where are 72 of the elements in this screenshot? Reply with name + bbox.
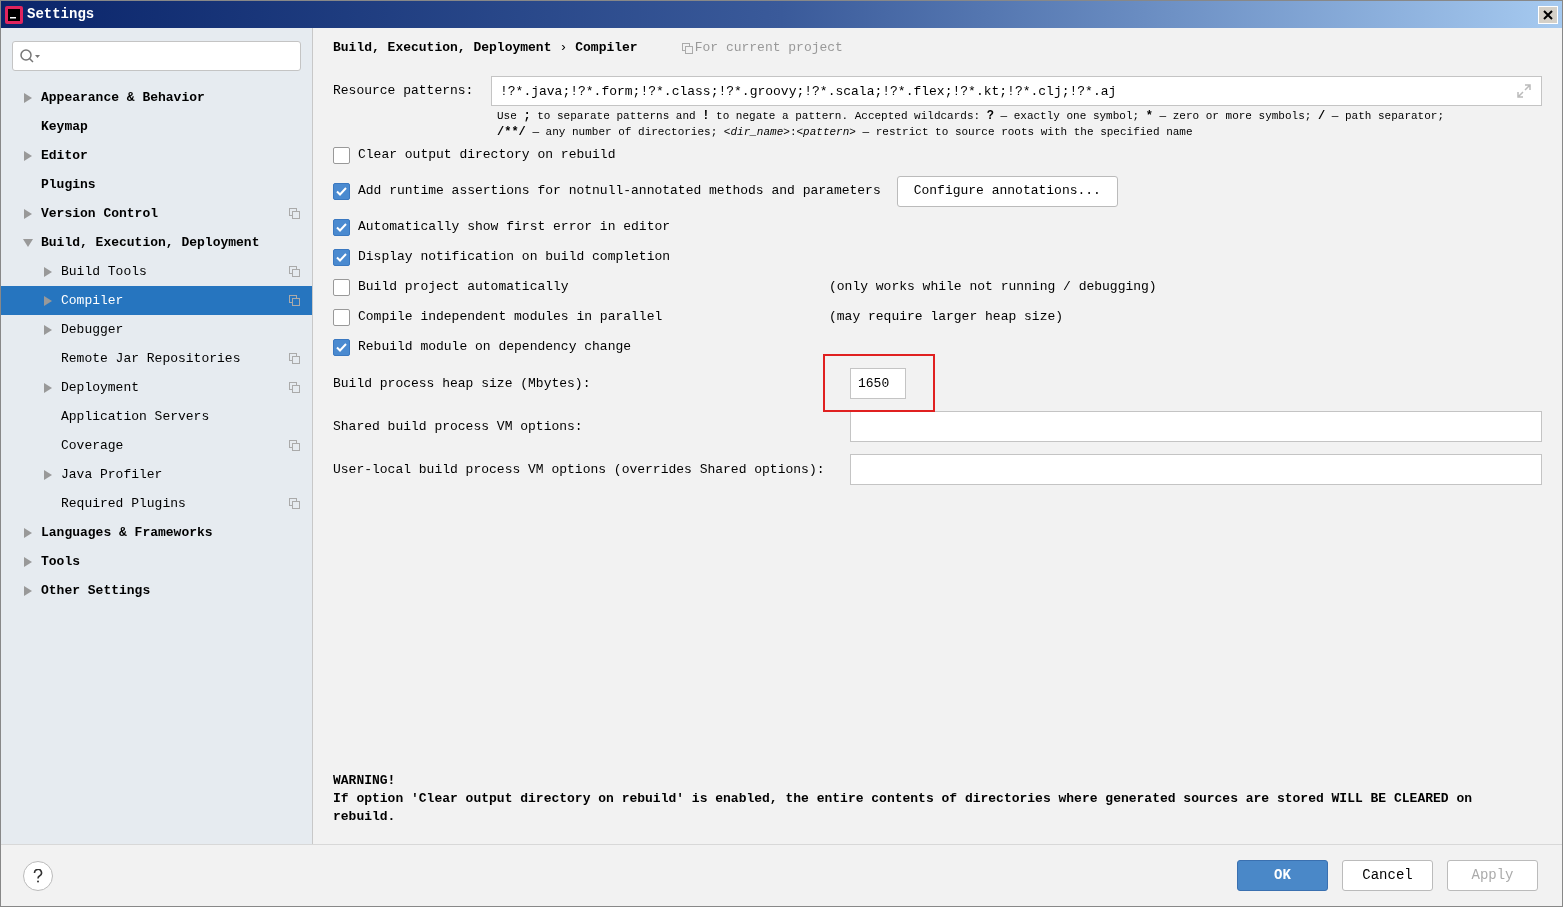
text-field[interactable]	[850, 411, 1542, 442]
tree-item[interactable]: Java Profiler	[1, 460, 312, 489]
tree-item[interactable]: Debugger	[1, 315, 312, 344]
field-label: User-local build process VM options (overrides Shared options):	[333, 460, 826, 479]
help-button[interactable]	[23, 860, 53, 891]
checkbox[interactable]: Add runtime assertions for notnull-annotated methods and parameters	[333, 181, 881, 201]
caret-right-icon[interactable]	[43, 324, 53, 335]
caret-right-icon[interactable]	[23, 527, 33, 538]
tree-item[interactable]: Other Settings	[1, 576, 312, 605]
caret-right-icon[interactable]	[23, 92, 33, 103]
close-icon	[1543, 9, 1553, 20]
tree-item[interactable]: Coverage	[1, 431, 312, 460]
checkmark-icon	[336, 186, 347, 196]
warning-title: WARNING!	[333, 772, 397, 790]
tree-item[interactable]: Languages & Frameworks	[1, 518, 312, 547]
caret-right-icon[interactable]	[23, 585, 33, 596]
caret-down-icon[interactable]	[23, 237, 33, 248]
app-logo-icon	[5, 5, 23, 24]
field-label: Build process heap size (Mbytes):	[333, 374, 592, 393]
resource-patterns-field[interactable]: !?*.java;!?*.form;!?*.class;!?*.groovy;!?*.scala;!?*.flex;!?*.kt;!?*.clj;!?*.aj	[491, 76, 1542, 106]
hint-text: Use ; to separate patterns and ! to negate a pattern. Accepted wildcards: ? — exactly one symbol; * — zero or more symbols; / — path separator;	[497, 108, 1445, 124]
scope-label: For current project	[694, 39, 843, 58]
window-title: Settings	[27, 5, 95, 24]
breadcrumb-separator: ›	[559, 39, 568, 58]
close-button[interactable]	[1538, 5, 1558, 24]
project-scope-icon	[681, 42, 693, 54]
checkmark-icon	[336, 252, 347, 262]
expand-icon[interactable]	[1516, 83, 1532, 99]
tree-item[interactable]: Appearance & Behavior	[1, 83, 312, 112]
help-icon	[33, 868, 43, 883]
tree-item[interactable]: Tools	[1, 547, 312, 576]
search-field[interactable]	[12, 41, 301, 71]
text-field[interactable]	[850, 454, 1542, 485]
tree-item[interactable]: Keymap	[1, 112, 312, 141]
dialog-button[interactable]: Cancel	[1342, 860, 1433, 891]
checkbox[interactable]: Clear output directory on rebuild	[333, 145, 829, 165]
tree-item[interactable]: Build, Execution, Deployment	[1, 228, 312, 257]
checkbox[interactable]: Automatically show first error in editor	[333, 217, 829, 237]
field-label: Resource patterns:	[333, 82, 475, 101]
hint-text: /**/ — any number of directories; <dir_name>:<pattern> — restrict to source roots with the specified name	[497, 124, 1194, 140]
tree-item[interactable]: Compiler	[1, 286, 312, 315]
breadcrumb-item[interactable]: Build, Execution, Deployment	[333, 38, 552, 58]
caret-right-icon[interactable]	[43, 266, 53, 277]
checkbox[interactable]: Build project automatically	[333, 277, 829, 297]
caret-right-icon[interactable]	[23, 556, 33, 567]
breadcrumb-item: Compiler	[575, 39, 638, 58]
checkmark-icon	[336, 342, 347, 352]
note-text: (may require larger heap size)	[829, 308, 1064, 327]
search-icon	[19, 48, 41, 64]
caret-right-icon[interactable]	[43, 469, 53, 480]
tree-item[interactable]: Version Control	[1, 199, 312, 228]
checkbox[interactable]: Compile independent modules in parallel	[333, 307, 829, 327]
configure-button[interactable]: Configure annotations...	[896, 175, 1118, 207]
tree-item[interactable]: Plugins	[1, 170, 312, 199]
tree-item[interactable]: Application Servers	[1, 402, 312, 431]
tree-item[interactable]: Editor	[1, 141, 312, 170]
checkbox[interactable]: Display notification on build completion	[333, 247, 829, 267]
checkmark-icon	[336, 222, 347, 232]
tree-item[interactable]: Build Tools	[1, 257, 312, 286]
tree-item[interactable]: Remote Jar Repositories	[1, 344, 312, 373]
caret-right-icon[interactable]	[43, 382, 53, 393]
checkbox[interactable]: Rebuild module on dependency change	[333, 337, 829, 357]
note-text: (only works while not running / debugging)	[829, 278, 1157, 297]
text-field[interactable]: 1650	[850, 368, 906, 399]
field-label: Shared build process VM options:	[333, 417, 584, 436]
tree-item[interactable]: Required Plugins	[1, 489, 312, 518]
caret-right-icon[interactable]	[43, 295, 53, 306]
caret-right-icon[interactable]	[23, 208, 33, 219]
dialog-button[interactable]: OK	[1237, 860, 1328, 891]
tree-item[interactable]: Deployment	[1, 373, 312, 402]
caret-right-icon[interactable]	[23, 150, 33, 161]
warning-text: If option 'Clear output directory on rebuild' is enabled, the entire contents of directories where generated sources are stored WILL BE CLEARED on rebuild.	[333, 790, 1473, 826]
